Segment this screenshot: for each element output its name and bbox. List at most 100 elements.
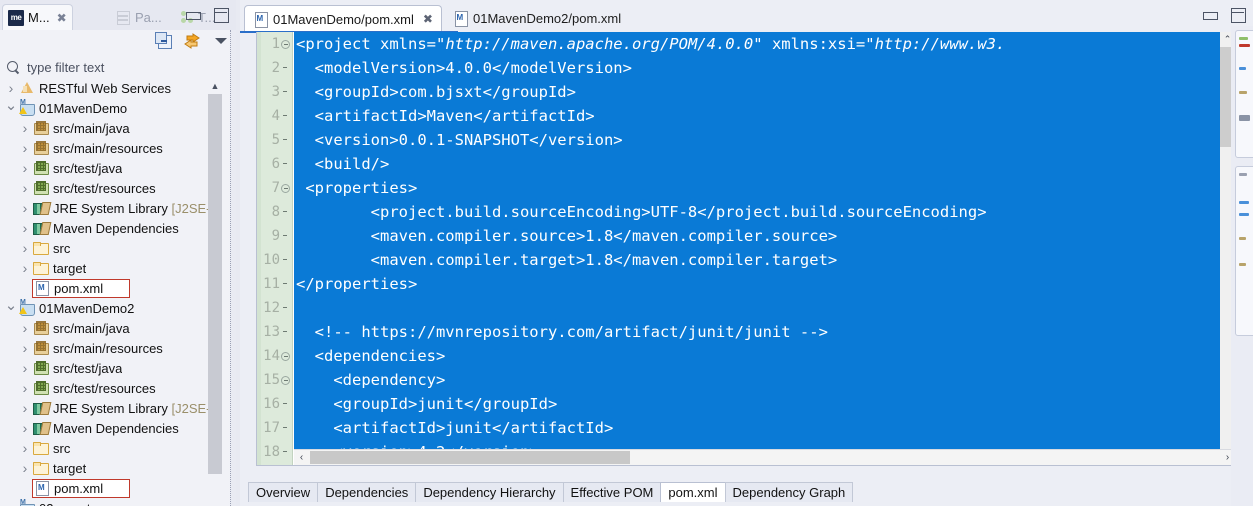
form-tab-effective-pom[interactable]: Effective POM xyxy=(562,482,662,502)
close-icon[interactable]: ✖ xyxy=(57,12,67,24)
tree-item-maven-dependencies[interactable]: Maven Dependencies xyxy=(0,418,222,438)
chevron-right-icon[interactable] xyxy=(18,401,32,416)
xml-source-editor[interactable]: 1 2 3 4 5 6 7 8 9 10 11 12 13 14 15 16 17 18 <project xml… xyxy=(256,32,1236,466)
tree-item-label: src/main/resources xyxy=(53,340,163,356)
tree-item-restful-web-services[interactable]: RESTful Web Services xyxy=(0,78,222,98)
chevron-right-icon[interactable] xyxy=(18,241,32,256)
chevron-down-icon[interactable] xyxy=(4,301,18,316)
editor-tab-pom2[interactable]: 01MavenDemo2/pom.xml xyxy=(445,5,629,32)
fold-collapse-icon[interactable] xyxy=(281,351,290,361)
tree-item-src-main-resources[interactable]: src/main/resources xyxy=(0,138,222,158)
editor-horizontal-scrollbar[interactable]: ‹ › xyxy=(294,449,1235,465)
chevron-right-icon[interactable] xyxy=(18,221,32,236)
editor-tab-pom1[interactable]: 01MavenDemo/pom.xml ✖ xyxy=(244,5,442,32)
tree-item-maven-dependencies[interactable]: Maven Dependencies xyxy=(0,218,222,238)
code-text-area[interactable]: <project xmlns="http://maven.apache.org/… xyxy=(294,32,1235,465)
code-line[interactable]: <maven.compiler.target>1.8</maven.compil… xyxy=(294,248,1235,272)
chevron-right-icon[interactable] xyxy=(18,161,32,176)
view-menu-icon[interactable] xyxy=(212,32,230,50)
code-line[interactable]: <project xmlns="http://maven.apache.org/… xyxy=(294,32,1235,56)
close-icon[interactable]: ✖ xyxy=(423,12,433,26)
tree-item-pom-xml[interactable]: pom.xml xyxy=(0,278,222,298)
fold-collapse-icon[interactable] xyxy=(281,183,290,193)
chevron-right-icon[interactable] xyxy=(18,381,32,396)
tree-item-target[interactable]: target xyxy=(0,258,222,278)
chevron-right-icon[interactable] xyxy=(18,461,32,476)
chevron-right-icon[interactable] xyxy=(4,501,18,506)
form-tab-dependency-graph[interactable]: Dependency Graph xyxy=(724,482,854,502)
collapse-all-icon[interactable] xyxy=(154,32,172,50)
chevron-right-icon[interactable] xyxy=(18,141,32,156)
link-with-editor-icon[interactable] xyxy=(183,32,201,50)
filter-row[interactable]: type filter text xyxy=(0,56,236,78)
code-line[interactable]: <groupId>junit</groupId> xyxy=(294,392,1235,416)
tree-item-src-main-java[interactable]: src/main/java xyxy=(0,318,222,338)
code-line[interactable]: <version>0.0.1-SNAPSHOT</version> xyxy=(294,128,1235,152)
chevron-right-icon[interactable] xyxy=(18,361,32,376)
tree-item-pom-xml[interactable]: pom.xml xyxy=(0,478,222,498)
project-tree[interactable]: RESTful Web Services 01MavenDemo src/main/… xyxy=(0,78,222,506)
code-line[interactable]: <!-- https://mvnrepository.com/artifact/… xyxy=(294,320,1235,344)
form-tab-dependency-hierarchy[interactable]: Dependency Hierarchy xyxy=(415,482,564,502)
fold-collapse-icon[interactable] xyxy=(281,375,290,385)
maximize-icon[interactable] xyxy=(213,8,229,23)
fold-spacer xyxy=(281,64,290,73)
chevron-right-icon[interactable] xyxy=(18,441,32,456)
tree-item-01mavendemo[interactable]: 01MavenDemo xyxy=(0,98,222,118)
form-tab-pom-xml[interactable]: pom.xml xyxy=(660,482,726,502)
code-line[interactable] xyxy=(294,296,1235,320)
code-line[interactable]: <groupId>com.bjsxt</groupId> xyxy=(294,80,1235,104)
line-number: 18 xyxy=(257,440,292,464)
tree-item-src-main-resources[interactable]: src/main/resources xyxy=(0,338,222,358)
chevron-right-icon[interactable] xyxy=(18,341,32,356)
scrollbar-thumb[interactable] xyxy=(208,94,222,474)
form-tab-overview[interactable]: Overview xyxy=(248,482,319,502)
view-tab-maven[interactable]: me M... ✖ xyxy=(2,4,73,30)
code-line[interactable]: <maven.compiler.source>1.8</maven.compil… xyxy=(294,224,1235,248)
view-tab-package-explorer[interactable]: Pa... xyxy=(110,4,167,30)
code-line[interactable]: </properties> xyxy=(294,272,1235,296)
chevron-down-icon[interactable] xyxy=(4,101,18,116)
chevron-right-icon[interactable] xyxy=(4,81,18,96)
code-line[interactable]: <project.build.sourceEncoding>UTF-8</pro… xyxy=(294,200,1235,224)
tree-item-src[interactable]: src xyxy=(0,438,222,458)
search-input[interactable]: type filter text xyxy=(27,60,104,75)
code-line[interactable]: <properties> xyxy=(294,176,1235,200)
fold-spacer xyxy=(281,448,290,457)
panel-divider[interactable] xyxy=(230,30,236,506)
tree-item-target[interactable]: target xyxy=(0,458,222,478)
chevron-right-icon[interactable] xyxy=(18,421,32,436)
scroll-up-icon[interactable]: ▲ xyxy=(208,78,222,94)
tree-item-02parent[interactable]: 02parent xyxy=(0,498,222,506)
tree-item-src-main-java[interactable]: src/main/java xyxy=(0,118,222,138)
tree-item-src[interactable]: src xyxy=(0,238,222,258)
code-line[interactable]: <artifactId>junit</artifactId> xyxy=(294,416,1235,440)
chevron-right-icon[interactable] xyxy=(18,321,32,336)
form-tab-dependencies[interactable]: Dependencies xyxy=(317,482,417,502)
scroll-left-icon[interactable]: ‹ xyxy=(294,450,309,465)
tree-item-src-test-java[interactable]: src/test/java xyxy=(0,358,222,378)
chevron-right-icon[interactable] xyxy=(18,261,32,276)
minimize-icon[interactable] xyxy=(1202,8,1218,22)
chevron-right-icon[interactable] xyxy=(18,121,32,136)
scrollbar-thumb[interactable] xyxy=(310,451,630,464)
code-line[interactable]: <artifactId>Maven</artifactId> xyxy=(294,104,1235,128)
tree-item-src-test-resources[interactable]: src/test/resources xyxy=(0,378,222,398)
tree-item-jre-system-library[interactable]: JRE System Library [J2SE-1.5 xyxy=(0,398,222,418)
code-line[interactable]: <modelVersion>4.0.0</modelVersion> xyxy=(294,56,1235,80)
fold-collapse-icon[interactable] xyxy=(281,39,290,49)
chevron-right-icon[interactable] xyxy=(18,201,32,216)
chevron-right-icon[interactable] xyxy=(18,181,32,196)
tree-item-jre-system-library[interactable]: JRE System Library [J2SE-1.5 xyxy=(0,198,222,218)
code-line[interactable]: <dependency> xyxy=(294,368,1235,392)
code-line[interactable]: <build/> xyxy=(294,152,1235,176)
tree-item-src-test-java[interactable]: src/test/java xyxy=(0,158,222,178)
tree-scrollbar[interactable]: ▲ xyxy=(208,78,222,506)
code-line[interactable]: <dependencies> xyxy=(294,344,1235,368)
tree-item-content: target xyxy=(32,260,86,276)
outline-view-sliver[interactable] xyxy=(1231,26,1253,506)
tree-item-src-test-resources[interactable]: src/test/resources xyxy=(0,178,222,198)
minimize-icon[interactable] xyxy=(185,8,201,22)
maximize-icon[interactable] xyxy=(1230,8,1246,23)
tree-item-01mavendemo2[interactable]: 01MavenDemo2 xyxy=(0,298,222,318)
